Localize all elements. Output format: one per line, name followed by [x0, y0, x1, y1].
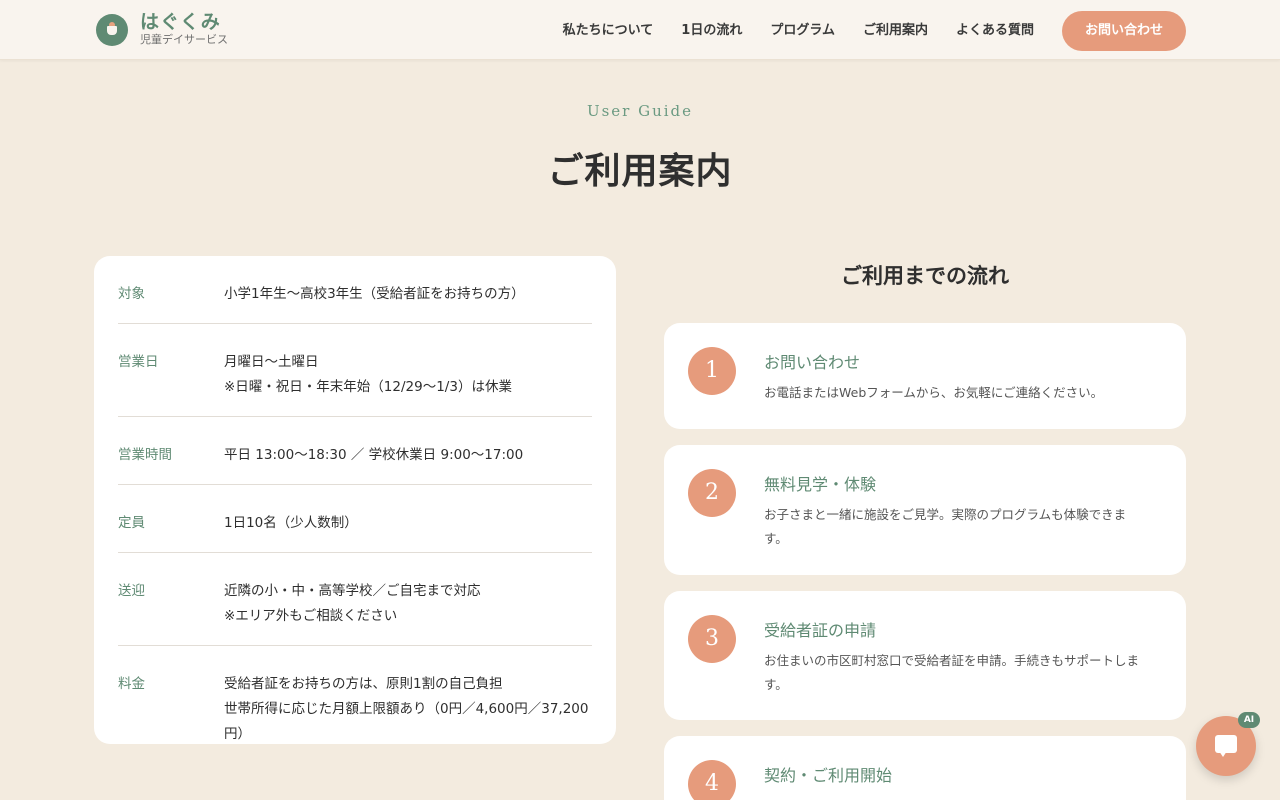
contact-button[interactable]: お問い合わせ [1062, 11, 1186, 51]
step-desc: お子さまと一緒に施設をご見学。実際のプログラムも体験できま す。 [764, 503, 1160, 551]
info-label: 送迎 [118, 583, 145, 599]
info-line: ※エリア外もご相談ください [224, 608, 398, 624]
info-label: 定員 [118, 515, 145, 531]
logo-name: はぐくみ [140, 11, 221, 33]
step-title: 受給者証の申請 [764, 621, 877, 640]
site-logo[interactable]: はぐくみ 児童デイサービス [96, 12, 228, 47]
chat-bubble-icon [1215, 735, 1237, 757]
info-value: 月曜日〜土曜日 ※日曜・祝日・年末年始（12/29〜1/3）は休業 [224, 350, 512, 400]
info-label: 営業時間 [118, 447, 172, 463]
logo-text: はぐくみ 児童デイサービス [140, 12, 228, 47]
info-row-transport: 送迎 近隣の小・中・高等学校／ご自宅まで対応 ※エリア外もご相談ください [118, 553, 592, 646]
info-value: 小学1年生〜高校3年生（受給者証をお持ちの方） [224, 282, 525, 307]
flow-step-1: 1 お問い合わせ お電話またはWebフォームから、お気軽にご連絡ください。 [664, 323, 1186, 429]
step-desc: お住まいの市区町村窓口で受給者証を申請。手続きもサポートしま す。 [764, 649, 1160, 697]
info-line: 受給者証をお持ちの方は、原則1割の自己負担 [224, 676, 503, 692]
nav-program[interactable]: プログラム [770, 11, 835, 51]
step-desc-line: お電話またはWebフォームから、お気軽にご連絡ください。 [764, 385, 1104, 400]
step-number: 2 [688, 469, 736, 517]
flow-step-2: 2 無料見学・体験 お子さまと一緒に施設をご見学。実際のプログラムも体験できま … [664, 445, 1186, 575]
info-row-fee: 料金 受給者証をお持ちの方は、原則1割の自己負担 世帯所得に応じた月額上限額あり… [118, 646, 592, 763]
info-label: 料金 [118, 676, 145, 692]
info-value: 近隣の小・中・高等学校／ご自宅まで対応 ※エリア外もご相談ください [224, 579, 481, 629]
nav-faq[interactable]: よくある質問 [956, 11, 1034, 51]
main-nav: 私たちについて 1日の流れ プログラム ご利用案内 よくある質問 お問い合わせ [563, 11, 1186, 51]
nav-about[interactable]: 私たちについて [563, 11, 654, 51]
step-desc-line: す。 [764, 531, 788, 546]
step-number: 4 [688, 760, 736, 800]
info-row-hours: 営業時間 平日 13:00〜18:30 ／ 学校休業日 9:00〜17:00 [118, 417, 592, 485]
flow-step-4: 4 契約・ご利用開始 [664, 736, 1186, 800]
info-row-capacity: 定員 1日10名（少人数制） [118, 485, 592, 553]
info-line: 1日10名（少人数制） [224, 515, 358, 531]
step-desc-line: お住まいの市区町村窓口で受給者証を申請。手続きもサポートしま [764, 653, 1140, 668]
info-line: 世帯所得に応じた月額上限額あり（0円／4,600円／37,200 [224, 701, 589, 717]
page-title: ご利用案内 [547, 150, 733, 192]
step-desc: お電話またはWebフォームから、お気軽にご連絡ください。 [764, 381, 1160, 405]
info-line: 小学1年生〜高校3年生（受給者証をお持ちの方） [224, 286, 525, 302]
info-line: 月曜日〜土曜日 [224, 354, 319, 370]
info-label: 対象 [118, 286, 145, 302]
logo-subtitle: 児童デイサービス [140, 33, 228, 46]
site-header: はぐくみ 児童デイサービス 私たちについて 1日の流れ プログラム ご利用案内 … [0, 0, 1280, 60]
info-line: 近隣の小・中・高等学校／ご自宅まで対応 [224, 583, 481, 599]
info-value: 1日10名（少人数制） [224, 511, 358, 536]
step-title: 無料見学・体験 [764, 475, 877, 494]
info-line: 平日 13:00〜18:30 ／ 学校休業日 9:00〜17:00 [224, 447, 524, 463]
info-card: 対象 小学1年生〜高校3年生（受給者証をお持ちの方） 営業日 月曜日〜土曜日 ※… [94, 256, 616, 744]
flow-title: ご利用までの流れ [841, 263, 1009, 288]
info-line: 円） [224, 726, 251, 742]
info-value: 受給者証をお持ちの方は、原則1割の自己負担 世帯所得に応じた月額上限額あり（0円… [224, 672, 588, 747]
info-label: 営業日 [118, 354, 159, 370]
step-number: 3 [688, 615, 736, 663]
info-row-target: 対象 小学1年生〜高校3年生（受給者証をお持ちの方） [118, 256, 592, 324]
info-value: 平日 13:00〜18:30 ／ 学校休業日 9:00〜17:00 [224, 443, 523, 468]
step-number: 1 [688, 347, 736, 395]
step-desc-line: お子さまと一緒に施設をご見学。実際のプログラムも体験できま [764, 507, 1127, 522]
step-desc-line: す。 [764, 677, 788, 692]
ai-badge: AI [1238, 712, 1260, 728]
step-title: お問い合わせ [764, 353, 861, 372]
info-row-business-days: 営業日 月曜日〜土曜日 ※日曜・祝日・年末年始（12/29〜1/3）は休業 [118, 324, 592, 417]
flow-step-3: 3 受給者証の申請 お住まいの市区町村窓口で受給者証を申請。手続きもサポートしま… [664, 591, 1186, 720]
nav-daily-flow[interactable]: 1日の流れ [681, 11, 742, 51]
section-eyebrow: User Guide [586, 102, 694, 120]
step-title: 契約・ご利用開始 [764, 766, 893, 785]
info-line: ※日曜・祝日・年末年始（12/29〜1/3）は休業 [224, 379, 512, 395]
logo-icon [96, 13, 128, 46]
nav-user-guide[interactable]: ご利用案内 [863, 11, 928, 51]
